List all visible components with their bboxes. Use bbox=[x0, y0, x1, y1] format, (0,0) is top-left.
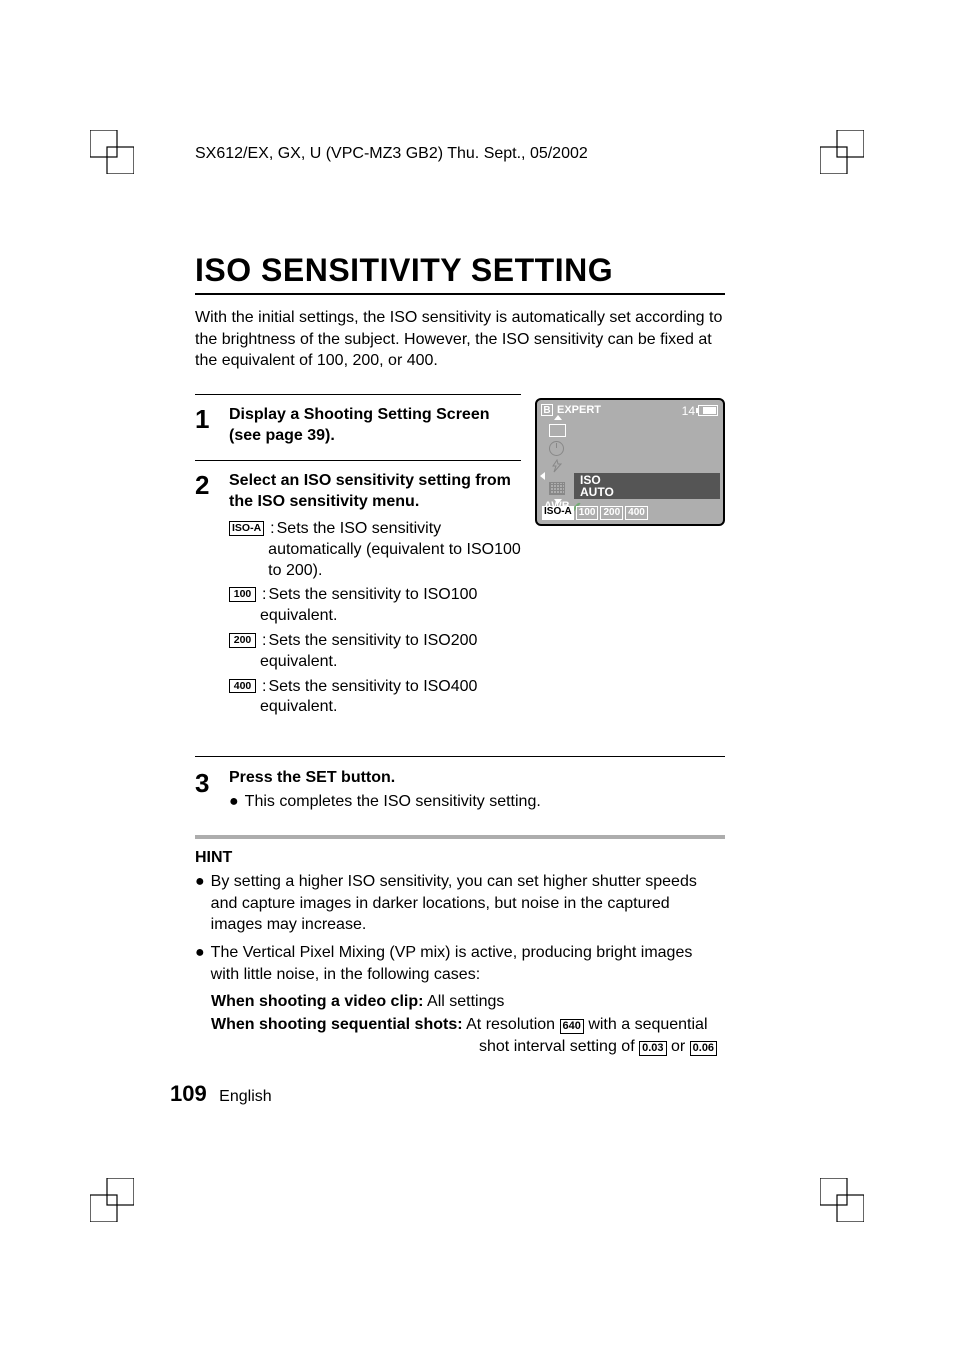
arrow-left-icon bbox=[540, 472, 545, 480]
option-box: ISO-A bbox=[229, 521, 264, 536]
timer-icon bbox=[549, 441, 564, 456]
step-number: 3 bbox=[195, 769, 229, 798]
grid-icon bbox=[549, 482, 565, 495]
step-bullet: This completes the ISO sensitivity setti… bbox=[245, 793, 541, 811]
option-iso-auto: ISO-A:Sets the ISO sensitivity automatic… bbox=[229, 519, 521, 581]
step-heading: Select an ISO sensitivity setting from t… bbox=[229, 471, 521, 513]
bullet-icon: ● bbox=[195, 871, 205, 936]
arrow-up-icon bbox=[554, 415, 562, 420]
camera-screen-illustration: B EXPERT 14 ISOAUTO AWB ✔ ISO-A 100 200 bbox=[535, 398, 725, 526]
option-box: 200 bbox=[229, 633, 256, 648]
option-box: 400 bbox=[229, 679, 256, 694]
step-3: 3 Press the SET button. ● This completes … bbox=[195, 756, 725, 811]
interval-box: 0.03 bbox=[639, 1041, 666, 1056]
step-heading: Press the SET button. bbox=[229, 769, 725, 787]
screen-icon bbox=[549, 424, 566, 437]
step-1: 1 Display a Shooting Setting Screen (see… bbox=[195, 394, 521, 447]
count-display: 14 bbox=[682, 404, 695, 418]
option-text: Sets the ISO sensitivity automatically (… bbox=[268, 520, 521, 579]
step-number: 1 bbox=[195, 405, 229, 434]
mode-b-indicator: B bbox=[541, 404, 553, 416]
intro-text: With the initial settings, the ISO sensi… bbox=[195, 307, 725, 372]
hint-sub-2: When shooting sequential shots: At resol… bbox=[211, 1014, 725, 1036]
option-text: Sets the sensitivity to ISO100 equivalen… bbox=[260, 586, 477, 624]
page-number: 109 bbox=[170, 1081, 207, 1106]
battery-icon bbox=[698, 405, 718, 416]
flash-icon bbox=[549, 459, 565, 473]
hint-sub-1: When shooting a video clip: All settings bbox=[211, 991, 725, 1013]
page-footer: 109 English bbox=[170, 1081, 272, 1107]
page-content: ISO SENSITIVITY SETTING With the initial… bbox=[195, 252, 725, 1058]
iso-option-100: 100 bbox=[576, 506, 599, 520]
hint-sub-2-cont: shot interval setting of 0.03 or 0.06 bbox=[479, 1036, 725, 1058]
crop-mark-tl bbox=[90, 130, 134, 174]
option-text: Sets the sensitivity to ISO200 equivalen… bbox=[260, 632, 477, 670]
bullet-icon: ● bbox=[195, 942, 205, 985]
page-title: ISO SENSITIVITY SETTING bbox=[195, 252, 725, 295]
hint-bullet-2: The Vertical Pixel Mixing (VP mix) is ac… bbox=[211, 942, 725, 985]
option-iso-400: 400:Sets the sensitivity to ISO400 equiv… bbox=[229, 677, 521, 719]
option-iso-100: 100:Sets the sensitivity to ISO100 equiv… bbox=[229, 585, 521, 627]
step-number: 2 bbox=[195, 471, 229, 500]
hint-bullet-1: By setting a higher ISO sensitivity, you… bbox=[211, 871, 725, 936]
expert-label: EXPERT bbox=[557, 404, 601, 416]
iso-option-auto: ISO-A bbox=[542, 506, 574, 520]
option-box: 100 bbox=[229, 587, 256, 602]
crop-mark-tr bbox=[820, 130, 864, 174]
step-heading: Display a Shooting Setting Screen (see p… bbox=[229, 405, 521, 447]
iso-tooltip: ISOAUTO bbox=[580, 474, 614, 499]
hint-title: HINT bbox=[195, 849, 725, 867]
option-text: Sets the sensitivity to ISO400 equivalen… bbox=[260, 678, 477, 716]
crop-mark-br bbox=[820, 1178, 864, 1222]
resolution-box: 640 bbox=[560, 1019, 584, 1034]
crop-mark-bl bbox=[90, 1178, 134, 1222]
language-label: English bbox=[219, 1088, 271, 1105]
option-iso-200: 200:Sets the sensitivity to ISO200 equiv… bbox=[229, 631, 521, 673]
step-2: 2 Select an ISO sensitivity setting from… bbox=[195, 460, 521, 722]
hint-separator bbox=[195, 835, 725, 839]
document-header: SX612/EX, GX, U (VPC-MZ3 GB2) Thu. Sept.… bbox=[195, 145, 588, 163]
iso-options-row: ISO-A 100 200 400 bbox=[542, 506, 648, 520]
bullet-icon: ● bbox=[229, 793, 239, 811]
iso-option-200: 200 bbox=[600, 506, 623, 520]
interval-box: 0.06 bbox=[690, 1041, 717, 1056]
iso-option-400: 400 bbox=[625, 506, 648, 520]
